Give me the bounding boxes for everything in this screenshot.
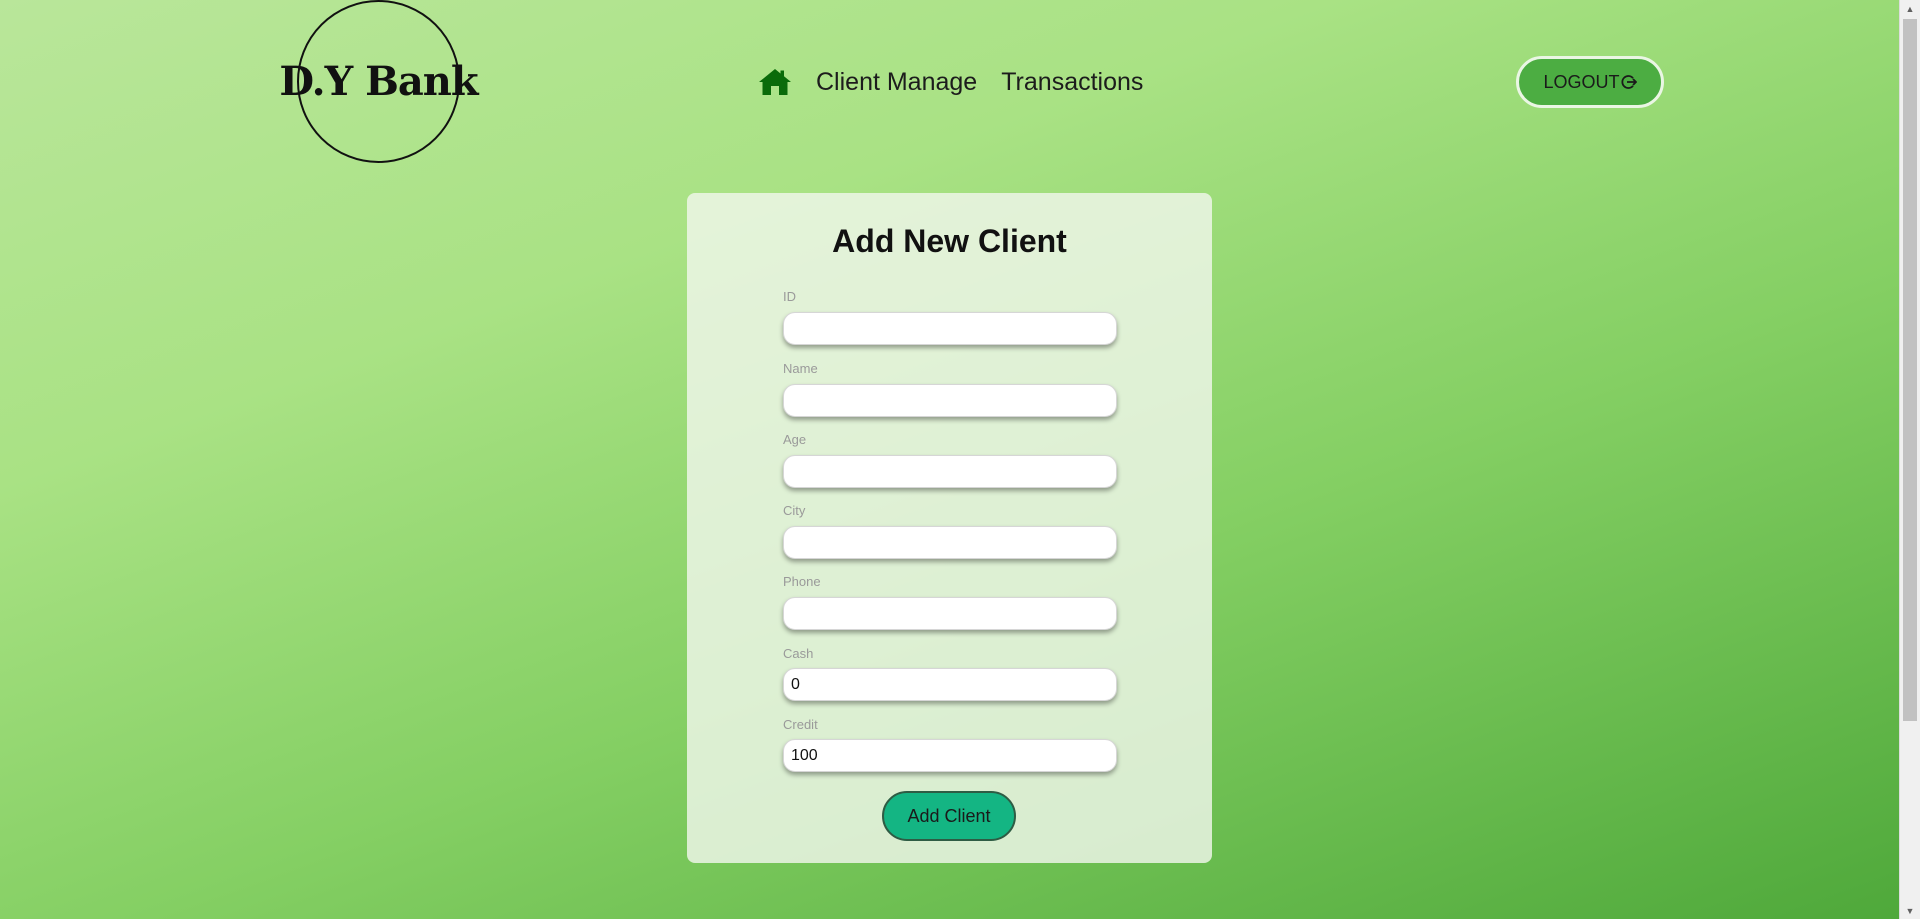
add-client-button[interactable]: Add Client xyxy=(882,791,1016,841)
nav-client-manage[interactable]: Client Manage xyxy=(816,68,977,97)
name-label: Name xyxy=(783,361,818,376)
city-input[interactable] xyxy=(783,526,1117,559)
phone-input[interactable] xyxy=(783,597,1117,630)
cash-label: Cash xyxy=(783,646,814,661)
home-icon[interactable] xyxy=(758,67,792,97)
form-title: Add New Client xyxy=(832,223,1067,259)
credit-input[interactable] xyxy=(783,739,1117,772)
id-label: ID xyxy=(783,289,796,304)
age-label: Age xyxy=(783,432,807,447)
add-client-card: Add New Client ID Name Age City Phone Ca… xyxy=(687,193,1212,863)
logout-button[interactable]: LOGOUT xyxy=(1516,56,1664,108)
age-input[interactable] xyxy=(783,455,1117,488)
logout-icon xyxy=(1621,74,1637,90)
scroll-up-arrow-icon[interactable]: ▲ xyxy=(1900,0,1920,17)
scroll-down-arrow-icon[interactable]: ▼ xyxy=(1900,902,1920,919)
cash-input[interactable] xyxy=(783,668,1117,701)
name-input[interactable] xyxy=(783,384,1117,417)
id-input[interactable] xyxy=(783,312,1117,345)
city-label: City xyxy=(783,503,806,518)
page-scrollbar[interactable]: ▲ ▼ xyxy=(1899,0,1920,919)
main-nav: Client Manage Transactions xyxy=(758,62,1167,102)
logout-label: LOGOUT xyxy=(1543,71,1620,92)
scroll-thumb[interactable] xyxy=(1903,19,1917,721)
logo-text: D.Y Bank xyxy=(279,58,478,105)
bank-logo: D.Y Bank xyxy=(279,0,479,163)
phone-label: Phone xyxy=(783,574,821,589)
credit-label: Credit xyxy=(783,717,818,732)
nav-transactions[interactable]: Transactions xyxy=(1001,68,1143,97)
